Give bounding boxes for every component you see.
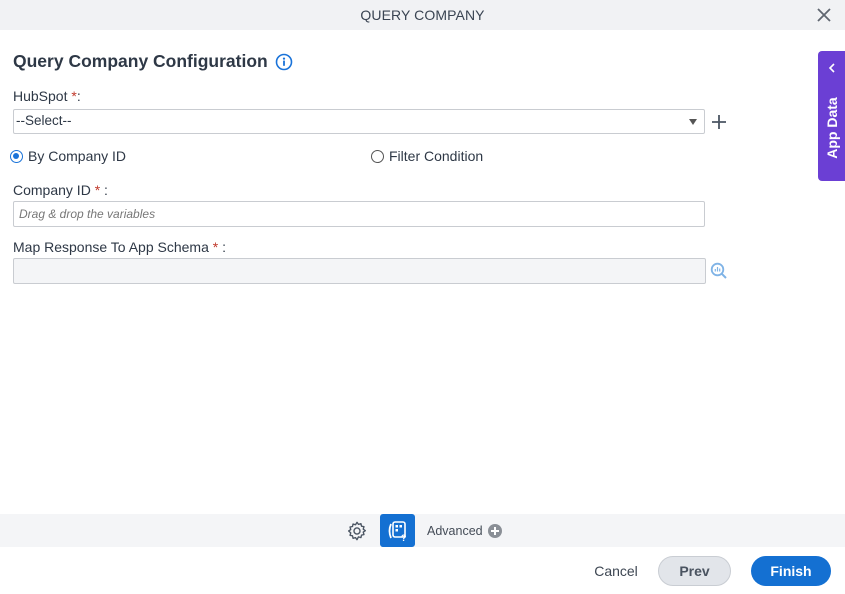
close-icon[interactable] (815, 6, 833, 24)
map-response-label-text: Map Response To App Schema (13, 239, 213, 255)
company-id-label: Company ID * : (13, 182, 108, 198)
form-heading: Query Company Configuration (13, 51, 293, 72)
svg-text:?: ? (401, 533, 407, 542)
info-icon[interactable] (275, 53, 293, 71)
add-connection-icon[interactable] (710, 113, 728, 131)
app-data-panel-toggle[interactable]: App Data (818, 51, 845, 181)
radio-label: Filter Condition (389, 148, 484, 164)
plus-circle-icon (487, 524, 502, 538)
chevron-left-icon (828, 63, 835, 73)
radio-button-checked[interactable] (10, 149, 23, 163)
radio-label: By Company ID (28, 148, 127, 164)
hubspot-select[interactable]: --Select-- (13, 109, 705, 134)
label-suffix: : (76, 88, 81, 104)
finish-button[interactable]: Finish (751, 556, 831, 586)
hubspot-select-value: --Select-- (16, 113, 72, 128)
advanced-label: Advanced (427, 524, 483, 538)
map-response-input[interactable] (13, 258, 706, 284)
cancel-button[interactable]: Cancel (590, 561, 642, 581)
company-id-input[interactable]: Drag & drop the variables (13, 201, 705, 227)
page-title: Query Company Configuration (13, 51, 268, 71)
company-id-placeholder: Drag & drop the variables (19, 207, 156, 221)
bottom-toolbar (0, 514, 845, 547)
variables-help-button[interactable]: ? (380, 514, 415, 547)
radio-filter-condition[interactable]: Filter Condition (371, 148, 483, 164)
label-suffix: : (100, 182, 108, 198)
schema-search-icon[interactable] (710, 262, 728, 280)
label-suffix: : (218, 239, 226, 255)
company-id-label-text: Company ID (13, 182, 95, 198)
gear-icon[interactable] (346, 520, 368, 542)
app-data-label: App Data (824, 97, 840, 159)
hubspot-label-text: HubSpot (13, 88, 72, 104)
prev-button[interactable]: Prev (658, 556, 731, 586)
dropdown-caret-icon (689, 119, 697, 125)
radio-by-company-id[interactable]: By Company ID (10, 148, 126, 164)
map-response-label: Map Response To App Schema * : (13, 239, 226, 255)
variables-help-icon: ? (388, 520, 407, 542)
radio-button-unchecked[interactable] (371, 149, 384, 163)
dialog-title: QUERY COMPANY (360, 7, 485, 23)
hubspot-label: HubSpot *: (13, 88, 81, 104)
dialog-titlebar: QUERY COMPANY (0, 0, 845, 30)
advanced-toggle[interactable]: Advanced (427, 524, 502, 538)
